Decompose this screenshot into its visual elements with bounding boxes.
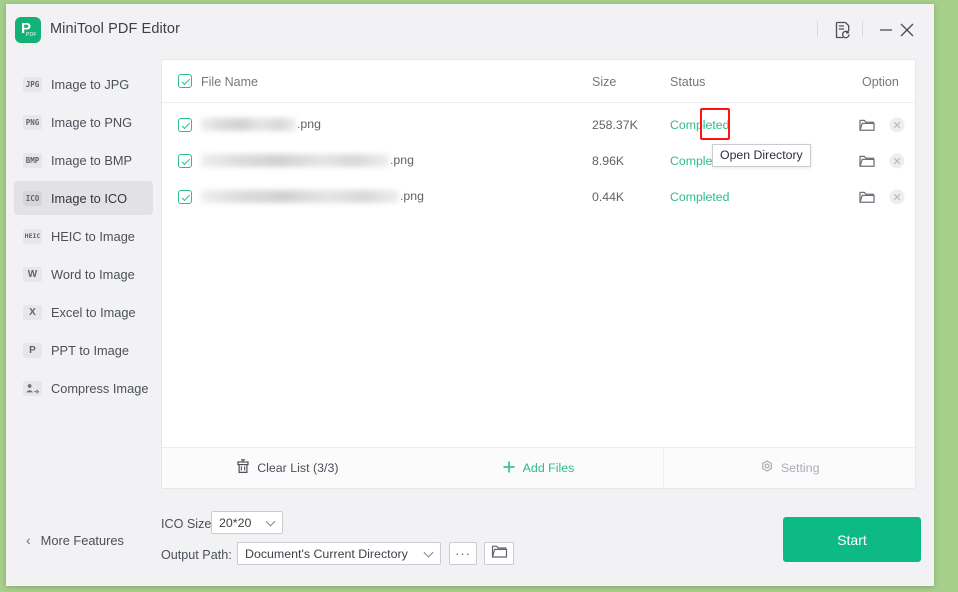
redacted-file-name: [201, 153, 389, 167]
more-features-button[interactable]: ‹ More Features: [26, 532, 124, 548]
gear-icon: [760, 459, 774, 477]
redacted-file-name: [201, 189, 399, 203]
sidebar-item-image-to-ico[interactable]: ICO Image to ICO: [14, 181, 153, 215]
document-refresh-icon[interactable]: [832, 19, 854, 41]
add-files-button[interactable]: Add Files: [413, 448, 664, 488]
heic-icon: HEIC: [23, 228, 42, 244]
ico-size-label: ICO Size:: [161, 517, 215, 531]
tooltip-open-directory: Open Directory: [712, 144, 811, 167]
minimize-icon[interactable]: [875, 19, 897, 41]
column-header-option: Option: [862, 75, 899, 89]
ico-icon: ICO: [23, 190, 42, 206]
ppt-icon: P: [23, 342, 42, 358]
file-list-panel: File Name Size Status Option .png 258.37…: [161, 59, 916, 489]
browse-more-button[interactable]: ···: [449, 542, 477, 565]
file-size-cell: 0.44K: [592, 190, 625, 204]
close-icon[interactable]: [896, 19, 918, 41]
excel-icon: X: [23, 304, 42, 320]
file-size-cell: 258.37K: [592, 118, 638, 132]
sidebar-item-label: Compress Image: [51, 380, 149, 396]
row-checkbox[interactable]: [178, 190, 192, 204]
folder-open-icon: [491, 544, 508, 564]
output-path-select[interactable]: Document's Current Directory: [237, 542, 441, 565]
sidebar-item-label: Excel to Image: [51, 304, 136, 320]
file-list-toolbar: Clear List (3/3) Add Files Setting: [162, 447, 915, 488]
close-circle-icon[interactable]: [888, 188, 906, 206]
png-icon: PNG: [23, 114, 42, 130]
sidebar-item-ppt-to-image[interactable]: P PPT to Image: [14, 333, 153, 367]
file-extension: .png: [390, 153, 414, 167]
file-status-cell: Completed: [670, 118, 730, 132]
file-name-cell: .png: [201, 117, 321, 131]
sidebar-item-label: PPT to Image: [51, 342, 130, 358]
column-header-status: Status: [670, 75, 706, 89]
ico-size-select[interactable]: 20*20: [211, 511, 283, 534]
jpg-icon: JPG: [23, 76, 42, 92]
sidebar-item-image-to-jpg[interactable]: JPG Image to JPG: [14, 67, 153, 101]
close-circle-icon[interactable]: [888, 116, 906, 134]
ellipsis-icon: ···: [455, 545, 471, 561]
column-header-size: Size: [592, 75, 617, 89]
select-all-checkbox[interactable]: [178, 74, 192, 88]
sidebar-item-image-to-png[interactable]: PNG Image to PNG: [14, 105, 153, 139]
setting-button[interactable]: Setting: [663, 448, 915, 488]
compress-image-icon: [23, 380, 42, 396]
chevron-down-icon: [423, 547, 434, 558]
clear-list-label: Clear List (3/3): [257, 461, 339, 475]
file-size-cell: 8.96K: [592, 154, 625, 168]
start-button-label: Start: [837, 531, 867, 548]
sidebar-item-label: Image to JPG: [51, 76, 130, 92]
sidebar-item-heic-to-image[interactable]: HEIC HEIC to Image: [14, 219, 153, 253]
folder-open-icon[interactable]: [858, 188, 876, 206]
sidebar-item-image-to-bmp[interactable]: BMP Image to BMP: [14, 143, 153, 177]
file-list-header: File Name Size Status Option: [162, 60, 915, 103]
open-output-folder-button[interactable]: [484, 542, 514, 565]
sidebar-item-label: HEIC to Image: [51, 228, 135, 244]
setting-label: Setting: [780, 461, 820, 475]
sidebar-item-label: Image to ICO: [51, 190, 128, 206]
chevron-down-icon: [265, 516, 276, 527]
folder-open-icon[interactable]: [858, 116, 876, 134]
table-row: .png 258.37K Completed: [162, 107, 915, 143]
file-extension: .png: [297, 117, 321, 131]
row-checkbox[interactable]: [178, 154, 192, 168]
sidebar-item-compress-image[interactable]: Compress Image: [14, 371, 153, 405]
bmp-icon: BMP: [23, 152, 42, 168]
plus-icon: [502, 460, 516, 477]
start-button[interactable]: Start: [783, 517, 921, 562]
file-extension: .png: [400, 189, 424, 203]
row-checkbox[interactable]: [178, 118, 192, 132]
sidebar: JPG Image to JPG PNG Image to PNG BMP Im…: [6, 54, 161, 586]
app-title: MiniTool PDF Editor: [50, 21, 181, 37]
output-path-label: Output Path:: [161, 548, 232, 562]
output-path-value: Document's Current Directory: [245, 546, 408, 561]
close-circle-icon[interactable]: [888, 152, 906, 170]
file-status-cell: Completed: [670, 190, 730, 204]
word-icon: W: [23, 266, 42, 282]
app-window: P PDF MiniTool PDF Editor JPG Image to J…: [6, 4, 934, 586]
column-header-file-name: File Name: [201, 75, 258, 89]
trash-icon: [236, 459, 250, 477]
file-name-cell: .png: [201, 153, 414, 167]
chevron-left-icon: ‹: [26, 532, 31, 548]
app-logo: P PDF: [15, 17, 41, 43]
clear-list-button[interactable]: Clear List (3/3): [162, 448, 413, 488]
table-row: .png 0.44K Completed: [162, 179, 915, 215]
titlebar-divider-right: [862, 21, 863, 37]
sidebar-item-label: Image to BMP: [51, 152, 133, 168]
folder-open-icon[interactable]: [858, 152, 876, 170]
sidebar-item-label: Word to Image: [51, 266, 135, 282]
sidebar-item-word-to-image[interactable]: W Word to Image: [14, 257, 153, 291]
add-files-label: Add Files: [522, 461, 575, 475]
ico-size-value: 20*20: [219, 515, 252, 530]
titlebar-divider-left: [817, 21, 818, 37]
sidebar-item-excel-to-image[interactable]: X Excel to Image: [14, 295, 153, 329]
app-logo-subtext: PDF: [26, 32, 37, 38]
redacted-file-name: [201, 117, 296, 131]
file-name-cell: .png: [201, 189, 424, 203]
title-bar: P PDF MiniTool PDF Editor: [6, 4, 934, 54]
sidebar-item-label: Image to PNG: [51, 114, 133, 130]
more-features-label: More Features: [40, 532, 124, 548]
